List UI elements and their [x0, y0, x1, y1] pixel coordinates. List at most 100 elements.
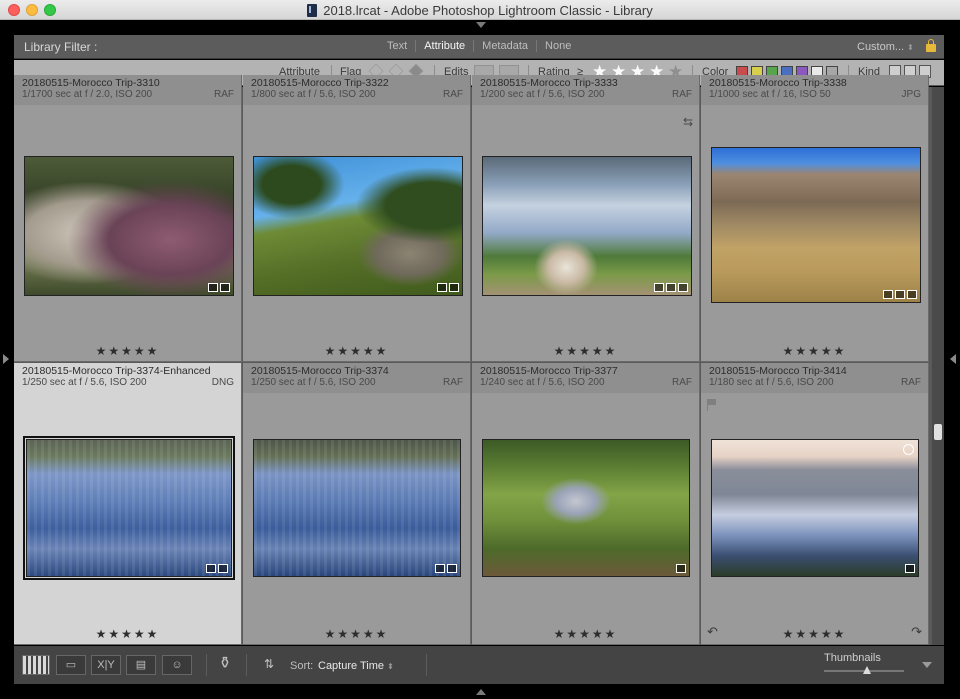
tab-attribute[interactable]: Attribute	[415, 40, 473, 52]
divider	[246, 654, 247, 676]
cell-exposure: 1/240 sec at f / 5.6, ISO 200	[480, 377, 605, 388]
cell-filename: 20180515-Morocco Trip-3374	[251, 365, 389, 377]
photo-thumbnail[interactable]	[711, 439, 919, 577]
show-left-panel-arrow-icon[interactable]	[3, 354, 9, 364]
develop-badge-icon	[447, 564, 457, 573]
filter-tabs: Text Attribute Metadata None	[379, 40, 579, 52]
grid-cell-selected[interactable]: 20180515-Morocco Trip-3374-Enhanced 1/25…	[14, 363, 242, 645]
filter-preset-select[interactable]: Custom... ⬍	[857, 41, 914, 53]
photo-thumbnail[interactable]	[482, 439, 690, 577]
show-right-panel-arrow-icon[interactable]	[950, 354, 956, 364]
grid-cell[interactable]: 20180515-Morocco Trip-3374 1/250 sec at …	[243, 363, 471, 645]
cell-exposure: 1/250 sec at f / 5.6, ISO 200	[22, 377, 147, 388]
grid-cell[interactable]: 20180515-Morocco Trip-3338 1/1000 sec at…	[701, 75, 929, 362]
develop-badge-icon	[218, 564, 228, 573]
tab-metadata[interactable]: Metadata	[473, 40, 536, 52]
chevron-updown-icon: ⬍	[387, 662, 394, 671]
cell-rating[interactable]: ★★★★★	[14, 344, 241, 358]
compare-view-label: X|Y	[97, 659, 115, 671]
tab-none[interactable]: None	[536, 40, 579, 52]
cell-filename: 20180515-Morocco Trip-3374-Enhanced	[22, 365, 211, 377]
sort-direction-icon[interactable]: ⇅	[256, 655, 282, 675]
develop-badge-icon	[907, 290, 917, 299]
grid-scrollbar[interactable]	[932, 87, 944, 645]
cell-extension: JPG	[901, 89, 921, 100]
cell-rating[interactable]: ★★★★★	[243, 344, 470, 358]
lightroom-window: 2018.lrcat - Adobe Photoshop Lightroom C…	[0, 0, 960, 699]
compare-view-icon[interactable]: X|Y	[91, 655, 121, 675]
photo-thumbnail[interactable]	[253, 156, 463, 296]
crop-badge-icon	[666, 283, 676, 292]
cell-extension: RAF	[214, 89, 234, 100]
crop-badge-icon	[895, 290, 905, 299]
grid-cell[interactable]: 20180515-Morocco Trip-3333 1/200 sec at …	[472, 75, 700, 362]
chevron-updown-icon: ⬍	[907, 43, 914, 52]
crop-badge-icon	[437, 283, 447, 292]
cell-extension: RAF	[901, 377, 921, 388]
cell-extension: RAF	[672, 377, 692, 388]
survey-view-icon[interactable]: ▤	[126, 655, 156, 675]
document-icon	[307, 4, 318, 17]
cell-extension: RAF	[672, 89, 692, 100]
cell-header: 20180515-Morocco Trip-3374-Enhanced 1/25…	[14, 363, 241, 393]
cell-exposure: 1/1000 sec at f / 16, ISO 50	[709, 89, 831, 100]
thumbnail-grid: 20180515-Morocco Trip-3310 1/1700 sec at…	[14, 75, 932, 645]
cell-rating[interactable]: ★★★★★	[472, 627, 699, 641]
develop-badge-icon	[678, 283, 688, 292]
grid-cell[interactable]: 20180515-Morocco Trip-3377 1/240 sec at …	[472, 363, 700, 645]
lock-icon[interactable]	[926, 39, 936, 52]
loupe-view-icon[interactable]: ▭	[56, 655, 86, 675]
photo-thumbnail[interactable]	[253, 439, 461, 577]
develop-badge-icon	[449, 283, 459, 292]
cell-header: 20180515-Morocco Trip-3338 1/1000 sec at…	[701, 75, 928, 105]
cell-exposure: 1/200 sec at f / 5.6, ISO 200	[480, 89, 605, 100]
cell-rating[interactable]: ★★★★★	[701, 627, 928, 641]
cell-header: 20180515-Morocco Trip-3310 1/1700 sec at…	[14, 75, 241, 105]
cell-rating[interactable]: ★★★★★	[14, 627, 241, 641]
toolbar-menu-chevron-icon[interactable]	[922, 662, 932, 668]
sort-value-select[interactable]: Capture Time ⬍	[318, 660, 394, 672]
cell-extension: DNG	[211, 377, 234, 388]
grid-cell[interactable]: 20180515-Morocco Trip-3322 1/800 sec at …	[243, 75, 471, 362]
cell-rating[interactable]: ★★★★★	[243, 627, 470, 641]
divider	[206, 654, 207, 676]
cell-filename: 20180515-Morocco Trip-3322	[251, 77, 389, 89]
show-filmstrip-arrow-icon[interactable]	[476, 689, 486, 695]
cell-exposure: 1/250 sec at f / 5.6, ISO 200	[251, 377, 376, 388]
grid-scrollbar-thumb[interactable]	[934, 424, 942, 440]
sort-value: Capture Time	[318, 660, 385, 672]
cell-rating[interactable]: ★★★★★	[701, 344, 928, 358]
cell-exposure: 1/180 sec at f / 5.6, ISO 200	[709, 377, 834, 388]
cell-exposure: 1/800 sec at f / 5.6, ISO 200	[251, 89, 376, 100]
photo-thumbnail[interactable]	[24, 156, 234, 296]
cell-filename: 20180515-Morocco Trip-3338	[709, 77, 847, 89]
grid-view-icon[interactable]	[22, 655, 50, 675]
filter-preset-value: Custom...	[857, 41, 905, 53]
cell-header: 20180515-Morocco Trip-3377 1/240 sec at …	[472, 363, 699, 393]
show-top-panel-arrow-icon[interactable]	[476, 22, 486, 28]
tab-text[interactable]: Text	[379, 40, 415, 52]
thumbnail-size-slider-knob[interactable]	[863, 666, 871, 674]
painter-icon[interactable]: ⚱	[217, 655, 233, 675]
divider	[426, 654, 427, 676]
library-filter-label: Library Filter :	[24, 40, 98, 54]
cell-exposure: 1/1700 sec at f / 2.0, ISO 200	[22, 89, 153, 100]
selection-circle-icon[interactable]	[903, 444, 914, 455]
photo-thumbnail[interactable]	[23, 436, 235, 580]
photo-thumbnail[interactable]	[482, 156, 692, 296]
window-title: 2018.lrcat - Adobe Photoshop Lightroom C…	[323, 3, 653, 18]
cell-extension: RAF	[443, 89, 463, 100]
people-view-icon[interactable]: ☺	[162, 655, 192, 675]
photo-thumbnail[interactable]	[711, 147, 921, 303]
sync-arrows-icon: ⇆	[682, 115, 693, 129]
cell-rating[interactable]: ★★★★★	[472, 344, 699, 358]
cell-filename: 20180515-Morocco Trip-3414	[709, 365, 847, 377]
cell-header: 20180515-Morocco Trip-3374 1/250 sec at …	[243, 363, 470, 393]
window-title-wrap: 2018.lrcat - Adobe Photoshop Lightroom C…	[0, 3, 960, 18]
title-bar: 2018.lrcat - Adobe Photoshop Lightroom C…	[0, 0, 960, 20]
grid-cell[interactable]: 20180515-Morocco Trip-3414 1/180 sec at …	[701, 363, 929, 645]
crop-badge-icon	[435, 564, 445, 573]
grid-cell[interactable]: 20180515-Morocco Trip-3310 1/1700 sec at…	[14, 75, 242, 362]
flag-icon[interactable]	[707, 399, 717, 411]
thumbnails-label: Thumbnails	[824, 652, 881, 664]
